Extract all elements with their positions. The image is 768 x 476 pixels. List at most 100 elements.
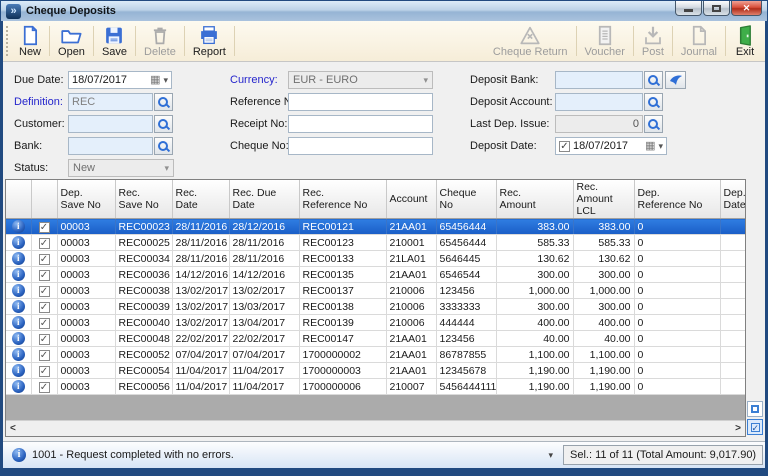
grid-cell[interactable]: 21AA01 [386,218,437,236]
column-header[interactable] [6,180,32,220]
grid-cell[interactable]: 00003 [57,250,116,268]
definition-search-button[interactable] [154,93,173,111]
table-row[interactable]: i ✓ 00003 REC00034 28/11/2016 28/11/2016 REC00… [6,250,745,268]
grid-cell[interactable]: 65456444 [436,218,497,236]
grid-cell[interactable]: 210001 [386,234,437,252]
grid-cell[interactable]: 130.62 [573,250,635,268]
grid-cell[interactable]: 13/02/2017 [172,282,230,300]
row-info-icon[interactable]: i [11,364,25,378]
uncheck-all-button[interactable] [747,401,763,417]
row-info-icon[interactable]: i [11,268,25,282]
grid-cell[interactable]: ✓ [31,250,58,268]
column-header[interactable]: Account [386,180,437,220]
row-checkbox[interactable]: ✓ [38,317,50,329]
grid-cell[interactable] [720,314,745,332]
grid-cell[interactable] [720,298,745,316]
maximize-button[interactable] [703,1,730,16]
deposit-account-search-button[interactable] [644,93,663,111]
grid-cell[interactable]: 5456444111 [436,378,497,396]
grid-cell[interactable]: 1,190.00 [573,362,635,380]
grid-cell[interactable]: 1,190.00 [573,378,635,396]
grid-cell[interactable]: 0 [634,378,721,396]
grid-cell[interactable]: 07/04/2017 [229,346,300,364]
grid-cell[interactable]: i [6,218,32,236]
chevron-down-icon[interactable]: ▾ [163,75,168,86]
grid-cell[interactable]: REC00121 [299,218,387,236]
definition-label[interactable]: Definition: [14,96,63,108]
grid-cell[interactable]: 0 [634,314,721,332]
status-dropdown-icon[interactable]: ▾ [548,450,553,461]
grid-cell[interactable]: REC00056 [115,378,173,396]
grid-cell[interactable]: i [6,362,32,380]
grid-cell[interactable] [720,266,745,284]
grid-cell[interactable]: 300.00 [573,298,635,316]
table-row[interactable]: i ✓ 00003 REC00039 13/02/2017 13/03/2017 REC00… [6,298,745,316]
table-row[interactable]: i ✓ 00003 REC00052 07/04/2017 07/04/2017 17000… [6,346,745,364]
grid-cell[interactable]: 07/04/2017 [172,346,230,364]
grid-cell[interactable]: REC00054 [115,362,173,380]
grid-cell[interactable]: REC00133 [299,250,387,268]
grid-cell[interactable]: i [6,282,32,300]
grid-cell[interactable]: 123456 [436,330,497,348]
grid-cell[interactable]: ✓ [31,378,58,396]
table-row[interactable]: i ✓ 00003 REC00040 13/02/2017 13/04/2017 REC00… [6,314,745,332]
grid-cell[interactable]: 383.00 [496,218,574,236]
grid-cell[interactable]: 13/02/2017 [172,314,230,332]
grid-cell[interactable]: ✓ [31,346,58,364]
grid-cell[interactable]: 11/04/2017 [172,378,230,396]
deposit-bank-link-button[interactable] [665,71,686,89]
row-info-icon[interactable]: i [11,236,25,250]
deposit-date-field[interactable]: ✓ 18/07/2017 ▦ ▾ [555,137,667,155]
grid-cell[interactable]: REC00135 [299,266,387,284]
row-checkbox[interactable]: ✓ [38,237,50,249]
due-date-field[interactable]: 18/07/2017 ▦ ▾ [68,71,172,89]
grid-cell[interactable]: 383.00 [573,218,635,236]
grid-cell[interactable]: 400.00 [496,314,574,332]
grid-cell[interactable]: 28/12/2016 [229,218,300,236]
grid-cell[interactable]: 00003 [57,298,116,316]
table-row[interactable]: i ✓ 00003 REC00038 13/02/2017 13/02/2017 REC00… [6,282,745,300]
grid-cell[interactable]: 13/04/2017 [229,314,300,332]
bank-search-button[interactable] [154,137,173,155]
grid-cell[interactable]: 14/12/2016 [172,266,230,284]
grid-cell[interactable] [720,330,745,348]
column-header[interactable] [31,180,58,220]
row-info-icon[interactable]: i [11,332,25,346]
table-row[interactable]: i ✓ 00003 REC00056 11/04/2017 11/04/2017 17000… [6,378,745,396]
grid-cell[interactable]: 585.33 [573,234,635,252]
grid-cell[interactable]: i [6,346,32,364]
grid-cell[interactable]: 28/11/2016 [172,218,230,236]
grid-cell[interactable]: i [6,330,32,348]
grid-cell[interactable] [720,234,745,252]
grid-cell[interactable]: 00003 [57,266,116,284]
grid-cell[interactable]: 13/02/2017 [229,282,300,300]
grid-cell[interactable]: ✓ [31,218,58,236]
delete-button[interactable]: Delete [137,22,183,60]
row-info-icon[interactable]: i [11,380,25,394]
grid-cell[interactable]: 300.00 [496,266,574,284]
grid-cell[interactable]: 3333333 [436,298,497,316]
grid-cell[interactable]: 22/02/2017 [172,330,230,348]
grid-cell[interactable]: 00003 [57,234,116,252]
grid-cell[interactable] [720,362,745,380]
grid-cell[interactable]: 22/02/2017 [229,330,300,348]
grid-cell[interactable]: REC00139 [299,314,387,332]
grid-cell[interactable]: 0 [634,362,721,380]
currency-select[interactable]: EUR - EURO ▾ [288,71,433,89]
post-button[interactable]: Post [635,22,671,60]
row-checkbox[interactable]: ✓ [38,301,50,313]
grid-cell[interactable]: REC00048 [115,330,173,348]
grid-cell[interactable]: 00003 [57,362,116,380]
table-row[interactable]: i ✓ 00003 REC00036 14/12/2016 14/12/2016 REC00… [6,266,745,284]
row-checkbox[interactable]: ✓ [38,221,50,233]
column-header[interactable]: Rec. Date [172,180,230,220]
scroll-right-icon[interactable]: > [735,423,741,434]
grid-cell[interactable]: REC00039 [115,298,173,316]
table-row[interactable]: i ✓ 00003 REC00025 28/11/2016 28/11/2016 REC00… [6,234,745,252]
table-row[interactable]: i ✓ 00003 REC00054 11/04/2017 11/04/2017 17000… [6,362,745,380]
column-header[interactable]: Rec. Due Date [229,180,300,220]
grid-cell[interactable]: 0 [634,266,721,284]
grid-cell[interactable]: ✓ [31,266,58,284]
column-header[interactable]: Rec. Reference No [299,180,387,220]
deposit-account-input[interactable] [555,93,643,111]
